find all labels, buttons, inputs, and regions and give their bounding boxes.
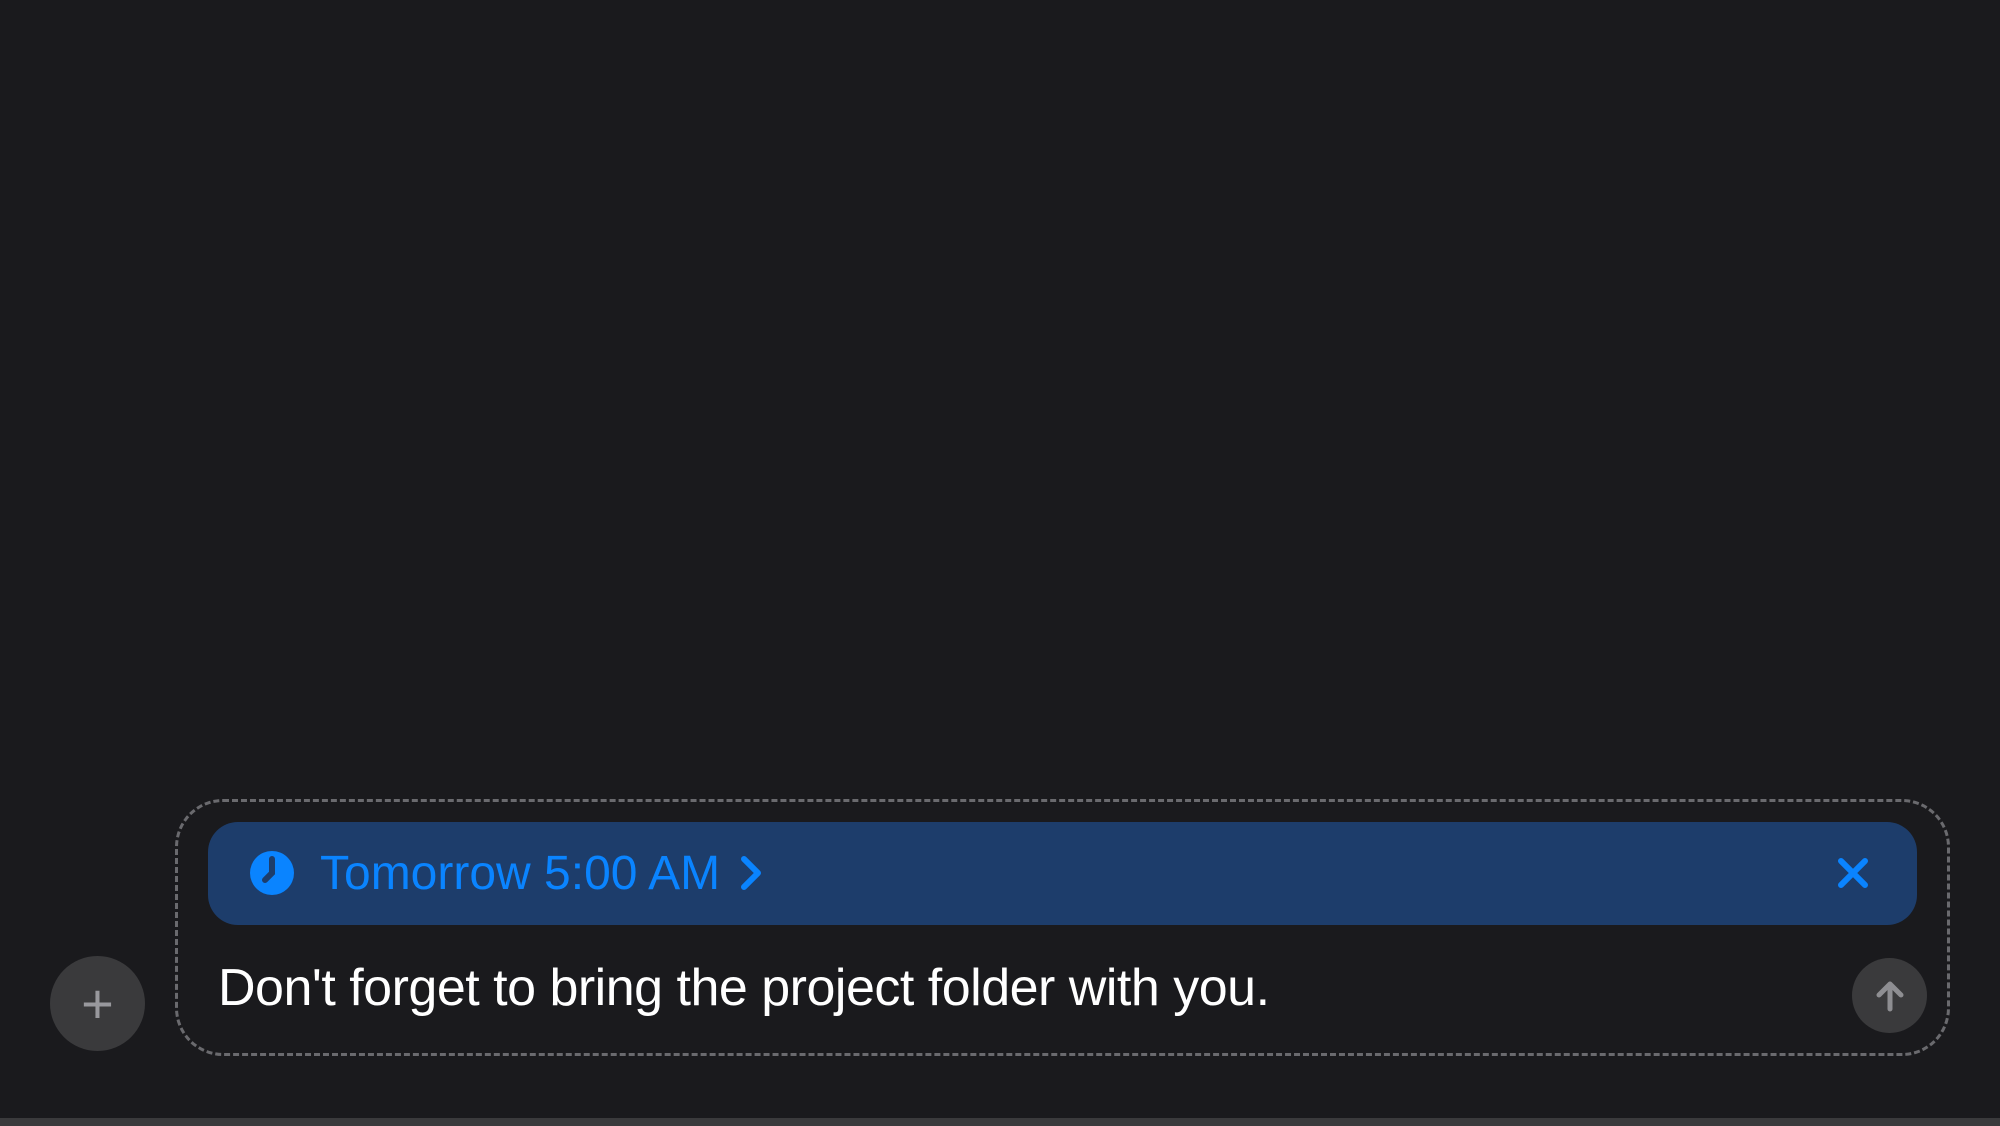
schedule-time-button[interactable]: Tomorrow 5:00 AM	[320, 846, 1805, 901]
plus-icon: +	[81, 976, 114, 1032]
schedule-time-label: Tomorrow 5:00 AM	[320, 846, 720, 901]
message-text-input[interactable]: Don't forget to bring the project folder…	[208, 953, 1917, 1023]
chevron-right-icon	[740, 855, 762, 891]
close-icon	[1835, 855, 1871, 891]
send-button[interactable]	[1852, 958, 1927, 1033]
schedule-banner[interactable]: Tomorrow 5:00 AM	[208, 822, 1917, 925]
message-input-container[interactable]: Tomorrow 5:00 AM Don't forget to bring t…	[175, 799, 1950, 1056]
bottom-divider	[0, 1118, 2000, 1126]
add-attachment-button[interactable]: +	[50, 956, 145, 1051]
cancel-schedule-button[interactable]	[1829, 849, 1877, 897]
arrow-up-icon	[1871, 977, 1909, 1015]
clock-icon	[248, 849, 296, 897]
compose-area: + Tomorrow 5:00 AM	[0, 799, 2000, 1056]
